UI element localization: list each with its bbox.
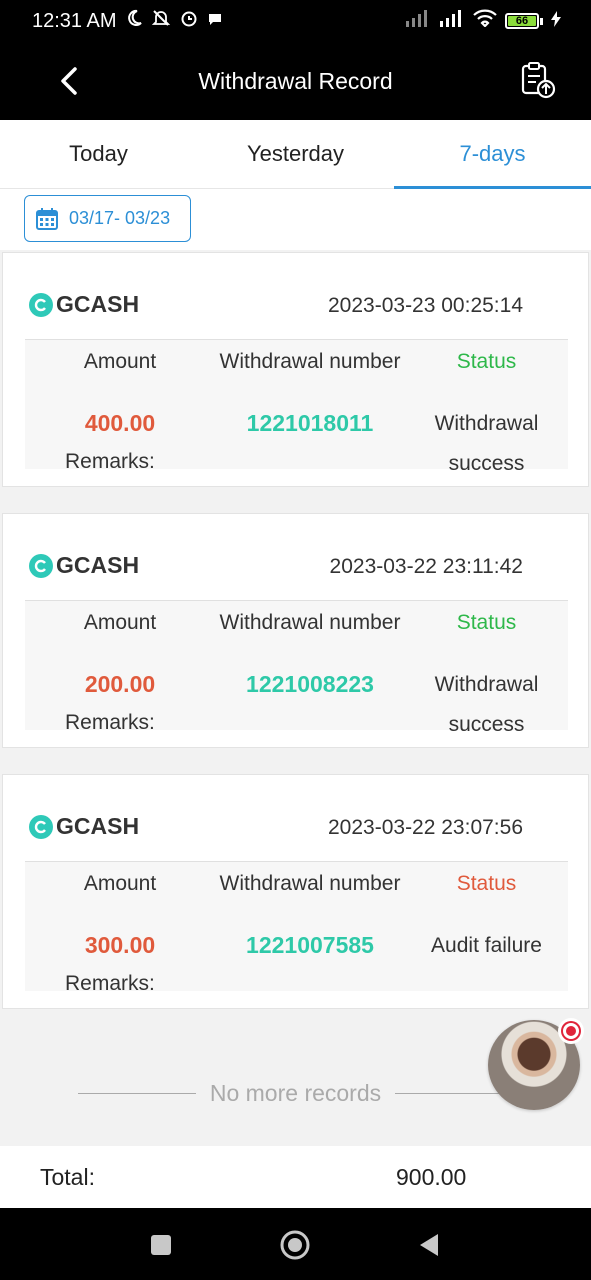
- system-nav-bar: [0, 1208, 591, 1280]
- status-left: 12:31 AM: [32, 8, 223, 34]
- home-button[interactable]: [278, 1228, 312, 1262]
- amount-header: Amount: [83, 872, 157, 895]
- status-bar: 12:31 AM 66: [0, 0, 591, 42]
- gcash-logo-icon: [29, 292, 53, 317]
- record-details: Amount Withdrawal number Status 300.00 1…: [25, 861, 568, 995]
- status-header: Status: [456, 872, 517, 895]
- upload-record-button[interactable]: [519, 60, 557, 100]
- no-more-text: No more records: [209, 1079, 382, 1106]
- square-icon: [151, 1235, 171, 1255]
- record-indicator-icon: [558, 1018, 584, 1044]
- moon-icon: [125, 9, 143, 33]
- payment-method-label: GCASH: [56, 291, 140, 317]
- status-value-line1: Withdrawal: [434, 673, 539, 696]
- tab-yesterday[interactable]: Yesterday: [197, 120, 394, 188]
- record-time: 2023-03-23 00:25:14: [328, 294, 523, 317]
- period-tabs: Today Yesterday 7-days: [0, 120, 591, 189]
- date-range-text: 03/17- 03/23: [69, 208, 171, 228]
- clipboard-upload-icon: [521, 62, 556, 99]
- amount-value: 400.00: [84, 410, 156, 436]
- back-button[interactable]: [52, 62, 86, 100]
- tab-today[interactable]: Today: [0, 120, 197, 188]
- number-header: Withdrawal number: [219, 872, 401, 895]
- record-details: Amount Withdrawal number Status 400.00 1…: [25, 339, 568, 475]
- amount-header: Amount: [83, 350, 157, 373]
- battery-level: 66: [508, 15, 536, 27]
- status-value-line2: success: [448, 713, 525, 736]
- circle-icon: [280, 1230, 310, 1260]
- payment-method: GCASH: [29, 813, 139, 840]
- triangle-back-icon: [420, 1234, 438, 1256]
- chat-icon: [207, 10, 223, 33]
- signal-icon: [405, 9, 431, 33]
- number-header: Withdrawal number: [219, 350, 401, 373]
- status-right: 66: [405, 9, 561, 33]
- record-card[interactable]: GCASH 2023-03-23 00:25:14 Amount Withdra…: [2, 252, 589, 487]
- amount-value: 300.00: [84, 932, 156, 958]
- tab-7-days[interactable]: 7-days: [394, 120, 591, 189]
- app-header: Withdrawal Record: [0, 42, 591, 120]
- recents-button[interactable]: [144, 1228, 178, 1262]
- back-arrow-icon: [61, 67, 77, 95]
- amount-value: 200.00: [84, 671, 156, 697]
- back-nav-button[interactable]: [412, 1228, 446, 1262]
- support-avatar-button[interactable]: [488, 1018, 584, 1110]
- date-filter-bar: 03/17- 03/23: [0, 189, 591, 250]
- record-time: 2023-03-22 23:11:42: [329, 555, 523, 578]
- total-value: 900.00: [396, 1163, 467, 1190]
- signal-icon-2: [439, 9, 465, 33]
- divider-left: [77, 1092, 196, 1094]
- record-details: Amount Withdrawal number Status 200.00 1…: [25, 600, 568, 736]
- status-time: 12:31 AM: [32, 9, 117, 32]
- remarks-label: Remarks:: [65, 711, 155, 734]
- page-title: Withdrawal Record: [198, 67, 393, 94]
- status-value-line2: success: [448, 452, 525, 475]
- record-card[interactable]: GCASH 2023-03-22 23:07:56 Amount Withdra…: [2, 774, 589, 1009]
- withdrawal-number: 1221018011: [246, 410, 374, 436]
- status-value-line1: Withdrawal: [434, 412, 539, 435]
- record-time: 2023-03-22 23:07:56: [328, 816, 523, 839]
- gcash-logo-icon: [29, 553, 53, 578]
- number-header: Withdrawal number: [219, 611, 401, 634]
- notifications-off-icon: [151, 8, 171, 34]
- charging-icon: [551, 10, 561, 33]
- date-range-picker[interactable]: 03/17- 03/23: [24, 195, 191, 242]
- payment-method: GCASH: [29, 552, 139, 579]
- gcash-logo-icon: [29, 814, 53, 839]
- record-card[interactable]: GCASH 2023-03-22 23:11:42 Amount Withdra…: [2, 513, 589, 748]
- total-bar: Total: 900.00: [0, 1146, 591, 1208]
- status-header: Status: [456, 611, 517, 634]
- payment-method: GCASH: [29, 291, 139, 318]
- calendar-icon: [36, 207, 58, 230]
- battery-icon: 66: [505, 13, 543, 29]
- divider-right: [395, 1092, 514, 1094]
- remarks-label: Remarks:: [65, 450, 155, 473]
- total-label: Total:: [40, 1163, 95, 1190]
- amount-header: Amount: [83, 611, 157, 634]
- remarks-label: Remarks:: [65, 972, 155, 995]
- status-value-line1: Audit failure: [431, 934, 542, 957]
- status-header: Status: [456, 350, 517, 373]
- wifi-icon: [473, 9, 497, 33]
- payment-method-label: GCASH: [56, 813, 140, 839]
- withdrawal-number: 1221007585: [246, 932, 374, 958]
- payment-method-label: GCASH: [56, 552, 140, 578]
- withdrawal-number: 1221008223: [246, 671, 374, 697]
- alarm-icon: [179, 8, 199, 34]
